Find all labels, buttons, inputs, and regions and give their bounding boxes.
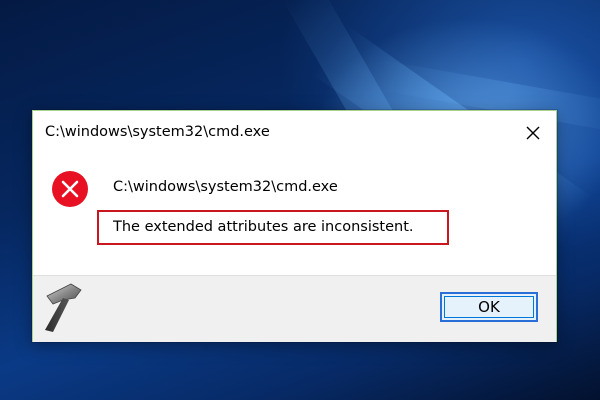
ok-button-label: OK — [478, 298, 500, 316]
dialog-title: C:\windows\system32\cmd.exe — [45, 124, 270, 140]
message-detail: The extended attributes are inconsistent… — [113, 219, 414, 235]
close-icon — [526, 126, 540, 140]
desktop-background: C:\windows\system32\cmd.exe C:\windows\s… — [0, 0, 600, 400]
close-button[interactable] — [520, 121, 546, 145]
dialog-titlebar[interactable]: C:\windows\system32\cmd.exe — [33, 111, 556, 157]
error-dialog: C:\windows\system32\cmd.exe C:\windows\s… — [32, 110, 557, 342]
hammer-logo-icon — [45, 283, 82, 332]
dialog-footer: OK — [33, 275, 556, 342]
message-title: C:\windows\system32\cmd.exe — [113, 179, 338, 195]
ok-button[interactable]: OK — [440, 292, 538, 322]
highlight-box: The extended attributes are inconsistent… — [97, 210, 449, 245]
dialog-content: C:\windows\system32\cmd.exe The extended… — [33, 157, 556, 275]
error-icon — [52, 171, 88, 207]
